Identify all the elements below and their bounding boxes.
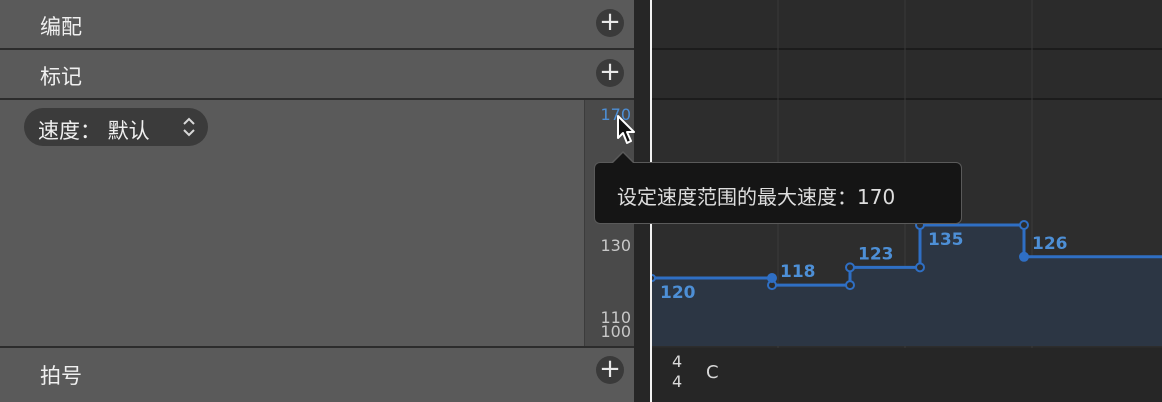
- marker-track-label: 标记: [40, 65, 82, 89]
- tempo-max-tooltip: 设定速度范围的最大速度：170: [594, 151, 962, 224]
- tempo-set-label: 速度： 默认: [38, 119, 150, 143]
- tempo-event-handle[interactable]: [845, 280, 855, 291]
- signature-track-header[interactable]: 拍号 +: [0, 348, 634, 402]
- add-signature-button[interactable]: +: [596, 356, 624, 384]
- tooltip-text: 设定速度范围的最大速度：170: [617, 185, 896, 209]
- arrangement-track-header[interactable]: 编配 +: [0, 0, 634, 50]
- mouse-pointer-icon: [617, 115, 635, 144]
- marker-track-header[interactable]: 标记 +: [0, 50, 634, 100]
- tempo-event-handle[interactable]: [915, 262, 925, 273]
- tempo-scale-label: 100: [600, 322, 631, 341]
- time-signature-denominator[interactable]: 4: [672, 372, 682, 391]
- signature-track-label: 拍号: [40, 364, 82, 388]
- chevron-up-down-icon: [183, 117, 195, 137]
- tooltip-pointer-fill: [612, 153, 634, 164]
- tempo-set-selector[interactable]: 速度： 默认: [24, 108, 208, 146]
- signature-track-lane[interactable]: 4 4 C: [652, 348, 1162, 402]
- key-signature[interactable]: C: [706, 362, 719, 383]
- add-arrangement-button[interactable]: +: [596, 9, 624, 37]
- tempo-event-label: 135: [928, 230, 964, 250]
- time-signature-numerator[interactable]: 4: [672, 352, 682, 371]
- tempo-event-label: 118: [780, 262, 816, 282]
- tempo-event-point[interactable]: [1019, 251, 1029, 262]
- tempo-event-label: 120: [660, 283, 696, 303]
- tempo-event-handle[interactable]: [767, 273, 777, 283]
- tempo-event-point[interactable]: [845, 262, 855, 273]
- tempo-event-point[interactable]: [652, 274, 656, 282]
- tempo-event-label: 126: [1032, 234, 1068, 254]
- tempo-event-handle[interactable]: [1019, 220, 1029, 230]
- tempo-event-label: 123: [858, 244, 894, 264]
- arrangement-track-label: 编配: [40, 15, 82, 39]
- add-marker-button[interactable]: +: [596, 59, 624, 87]
- tempo-scale-label: 130: [600, 236, 631, 255]
